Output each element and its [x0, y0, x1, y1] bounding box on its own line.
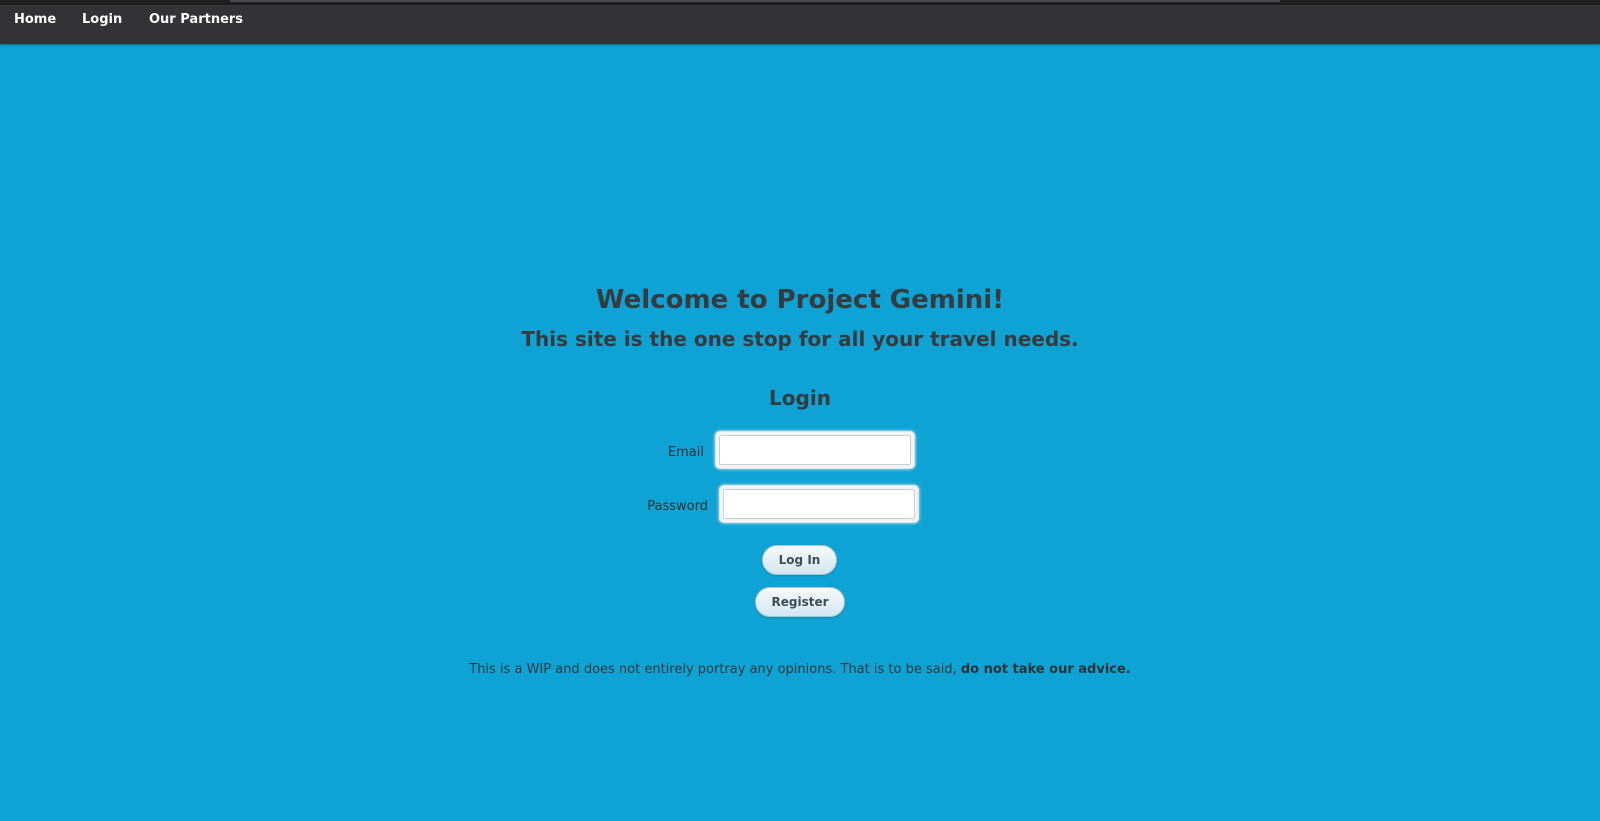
email-field-wrapper [715, 431, 915, 469]
top-navigation-bar: Home Login Our Partners [0, 0, 1600, 44]
welcome-title: Welcome to Project Gemini! [595, 285, 1005, 315]
main-content: Welcome to Project Gemini! This site is … [0, 44, 1600, 821]
nav-link-home[interactable]: Home [14, 12, 56, 28]
login-heading: Login [769, 386, 831, 410]
nav-link-login[interactable]: Login [82, 12, 122, 28]
site-tagline: This site is the one stop for all your t… [521, 327, 1079, 351]
password-field[interactable] [723, 489, 915, 519]
register-button[interactable]: Register [755, 587, 845, 617]
password-label: Password [647, 499, 708, 514]
nav-link-our-partners[interactable]: Our Partners [149, 12, 243, 28]
log-in-button[interactable]: Log In [762, 545, 837, 575]
top-strip [230, 0, 1280, 2]
email-field[interactable] [719, 435, 911, 465]
disclaimer-text: This is a WIP and does not entirely port… [469, 662, 961, 677]
disclaimer: This is a WIP and does not entirely port… [0, 661, 1600, 679]
password-field-wrapper [719, 485, 919, 523]
email-label: Email [667, 445, 704, 460]
disclaimer-emphasis: do not take our advice. [960, 662, 1131, 677]
